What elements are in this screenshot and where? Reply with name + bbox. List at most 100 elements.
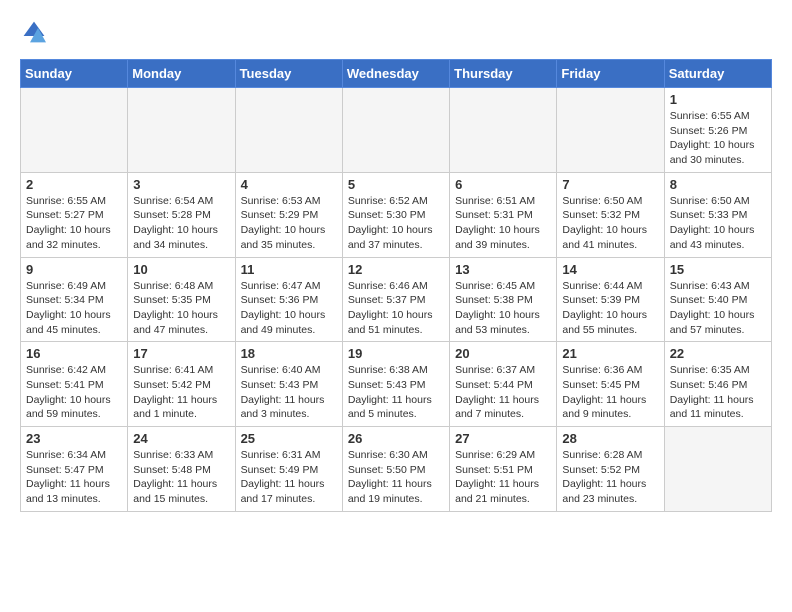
- day-number: 7: [562, 177, 658, 192]
- day-info: Sunrise: 6:31 AM Sunset: 5:49 PM Dayligh…: [241, 448, 337, 507]
- day-number: 25: [241, 431, 337, 446]
- day-info: Sunrise: 6:52 AM Sunset: 5:30 PM Dayligh…: [348, 194, 444, 253]
- calendar-day-cell: 7 Sunrise: 6:50 AM Sunset: 5:32 PM Daylig…: [557, 172, 664, 257]
- calendar-week-row: 1 Sunrise: 6:55 AM Sunset: 5:26 PM Daylig…: [21, 88, 772, 173]
- weekday-header: Wednesday: [342, 60, 449, 88]
- calendar-header-row: SundayMondayTuesdayWednesdayThursdayFrid…: [21, 60, 772, 88]
- day-info: Sunrise: 6:45 AM Sunset: 5:38 PM Dayligh…: [455, 279, 551, 338]
- day-info: Sunrise: 6:34 AM Sunset: 5:47 PM Dayligh…: [26, 448, 122, 507]
- day-number: 2: [26, 177, 122, 192]
- day-number: 19: [348, 346, 444, 361]
- day-number: 13: [455, 262, 551, 277]
- calendar-day-cell: 6 Sunrise: 6:51 AM Sunset: 5:31 PM Daylig…: [450, 172, 557, 257]
- day-number: 18: [241, 346, 337, 361]
- weekday-header: Saturday: [664, 60, 771, 88]
- calendar-day-cell: 20 Sunrise: 6:37 AM Sunset: 5:44 PM Dayli…: [450, 342, 557, 427]
- logo-icon: [22, 20, 46, 44]
- calendar-day-cell: 28 Sunrise: 6:28 AM Sunset: 5:52 PM Dayli…: [557, 427, 664, 512]
- day-info: Sunrise: 6:41 AM Sunset: 5:42 PM Dayligh…: [133, 363, 229, 422]
- day-info: Sunrise: 6:46 AM Sunset: 5:37 PM Dayligh…: [348, 279, 444, 338]
- day-info: Sunrise: 6:55 AM Sunset: 5:27 PM Dayligh…: [26, 194, 122, 253]
- day-number: 12: [348, 262, 444, 277]
- day-number: 3: [133, 177, 229, 192]
- day-info: Sunrise: 6:35 AM Sunset: 5:46 PM Dayligh…: [670, 363, 766, 422]
- calendar-day-cell: 12 Sunrise: 6:46 AM Sunset: 5:37 PM Dayli…: [342, 257, 449, 342]
- day-info: Sunrise: 6:33 AM Sunset: 5:48 PM Dayligh…: [133, 448, 229, 507]
- day-number: 22: [670, 346, 766, 361]
- day-number: 28: [562, 431, 658, 446]
- calendar-day-cell: 18 Sunrise: 6:40 AM Sunset: 5:43 PM Dayli…: [235, 342, 342, 427]
- weekday-header: Thursday: [450, 60, 557, 88]
- day-number: 4: [241, 177, 337, 192]
- calendar-day-cell: 15 Sunrise: 6:43 AM Sunset: 5:40 PM Dayli…: [664, 257, 771, 342]
- calendar-day-cell: [557, 88, 664, 173]
- day-number: 1: [670, 92, 766, 107]
- calendar-day-cell: 25 Sunrise: 6:31 AM Sunset: 5:49 PM Dayli…: [235, 427, 342, 512]
- calendar-day-cell: 5 Sunrise: 6:52 AM Sunset: 5:30 PM Daylig…: [342, 172, 449, 257]
- calendar-day-cell: 21 Sunrise: 6:36 AM Sunset: 5:45 PM Dayli…: [557, 342, 664, 427]
- calendar-week-row: 23Sunrise: 6:34 AM Sunset: 5:47 PM Dayli…: [21, 427, 772, 512]
- day-info: Sunrise: 6:28 AM Sunset: 5:52 PM Dayligh…: [562, 448, 658, 507]
- calendar-day-cell: [664, 427, 771, 512]
- calendar-table: SundayMondayTuesdayWednesdayThursdayFrid…: [20, 59, 772, 512]
- calendar-day-cell: 13 Sunrise: 6:45 AM Sunset: 5:38 PM Dayli…: [450, 257, 557, 342]
- weekday-header: Friday: [557, 60, 664, 88]
- day-number: 15: [670, 262, 766, 277]
- day-info: Sunrise: 6:54 AM Sunset: 5:28 PM Dayligh…: [133, 194, 229, 253]
- calendar-week-row: 2 Sunrise: 6:55 AM Sunset: 5:27 PM Daylig…: [21, 172, 772, 257]
- weekday-header: Sunday: [21, 60, 128, 88]
- calendar-day-cell: 10 Sunrise: 6:48 AM Sunset: 5:35 PM Dayli…: [128, 257, 235, 342]
- calendar-day-cell: [235, 88, 342, 173]
- day-info: Sunrise: 6:53 AM Sunset: 5:29 PM Dayligh…: [241, 194, 337, 253]
- day-number: 16: [26, 346, 122, 361]
- weekday-header: Monday: [128, 60, 235, 88]
- day-info: Sunrise: 6:37 AM Sunset: 5:44 PM Dayligh…: [455, 363, 551, 422]
- day-info: Sunrise: 6:55 AM Sunset: 5:26 PM Dayligh…: [670, 109, 766, 168]
- day-number: 20: [455, 346, 551, 361]
- calendar-day-cell: 23Sunrise: 6:34 AM Sunset: 5:47 PM Dayli…: [21, 427, 128, 512]
- day-info: Sunrise: 6:38 AM Sunset: 5:43 PM Dayligh…: [348, 363, 444, 422]
- calendar-day-cell: 4 Sunrise: 6:53 AM Sunset: 5:29 PM Daylig…: [235, 172, 342, 257]
- calendar-day-cell: 3 Sunrise: 6:54 AM Sunset: 5:28 PM Daylig…: [128, 172, 235, 257]
- calendar-day-cell: 1 Sunrise: 6:55 AM Sunset: 5:26 PM Daylig…: [664, 88, 771, 173]
- calendar-day-cell: 8Sunrise: 6:50 AM Sunset: 5:33 PM Daylig…: [664, 172, 771, 257]
- day-info: Sunrise: 6:42 AM Sunset: 5:41 PM Dayligh…: [26, 363, 122, 422]
- day-info: Sunrise: 6:48 AM Sunset: 5:35 PM Dayligh…: [133, 279, 229, 338]
- calendar-day-cell: 2 Sunrise: 6:55 AM Sunset: 5:27 PM Daylig…: [21, 172, 128, 257]
- logo: [20, 20, 46, 49]
- day-info: Sunrise: 6:30 AM Sunset: 5:50 PM Dayligh…: [348, 448, 444, 507]
- calendar-day-cell: 17 Sunrise: 6:41 AM Sunset: 5:42 PM Dayli…: [128, 342, 235, 427]
- day-info: Sunrise: 6:51 AM Sunset: 5:31 PM Dayligh…: [455, 194, 551, 253]
- calendar-day-cell: 9Sunrise: 6:49 AM Sunset: 5:34 PM Daylig…: [21, 257, 128, 342]
- day-info: Sunrise: 6:36 AM Sunset: 5:45 PM Dayligh…: [562, 363, 658, 422]
- day-number: 24: [133, 431, 229, 446]
- day-info: Sunrise: 6:50 AM Sunset: 5:32 PM Dayligh…: [562, 194, 658, 253]
- day-info: Sunrise: 6:47 AM Sunset: 5:36 PM Dayligh…: [241, 279, 337, 338]
- calendar-day-cell: 19 Sunrise: 6:38 AM Sunset: 5:43 PM Dayli…: [342, 342, 449, 427]
- calendar-day-cell: 11 Sunrise: 6:47 AM Sunset: 5:36 PM Dayli…: [235, 257, 342, 342]
- calendar-day-cell: 24 Sunrise: 6:33 AM Sunset: 5:48 PM Dayli…: [128, 427, 235, 512]
- calendar-day-cell: 27 Sunrise: 6:29 AM Sunset: 5:51 PM Dayli…: [450, 427, 557, 512]
- day-info: Sunrise: 6:43 AM Sunset: 5:40 PM Dayligh…: [670, 279, 766, 338]
- calendar-day-cell: [128, 88, 235, 173]
- day-number: 11: [241, 262, 337, 277]
- day-info: Sunrise: 6:29 AM Sunset: 5:51 PM Dayligh…: [455, 448, 551, 507]
- day-number: 10: [133, 262, 229, 277]
- day-number: 5: [348, 177, 444, 192]
- day-info: Sunrise: 6:44 AM Sunset: 5:39 PM Dayligh…: [562, 279, 658, 338]
- day-number: 6: [455, 177, 551, 192]
- day-number: 8: [670, 177, 766, 192]
- calendar-day-cell: [450, 88, 557, 173]
- day-info: Sunrise: 6:40 AM Sunset: 5:43 PM Dayligh…: [241, 363, 337, 422]
- calendar-week-row: 9Sunrise: 6:49 AM Sunset: 5:34 PM Daylig…: [21, 257, 772, 342]
- calendar-day-cell: [342, 88, 449, 173]
- day-number: 9: [26, 262, 122, 277]
- day-number: 27: [455, 431, 551, 446]
- calendar-day-cell: 16 Sunrise: 6:42 AM Sunset: 5:41 PM Dayli…: [21, 342, 128, 427]
- day-number: 17: [133, 346, 229, 361]
- calendar-week-row: 16 Sunrise: 6:42 AM Sunset: 5:41 PM Dayli…: [21, 342, 772, 427]
- calendar-day-cell: 14Sunrise: 6:44 AM Sunset: 5:39 PM Dayli…: [557, 257, 664, 342]
- day-number: 21: [562, 346, 658, 361]
- calendar-day-cell: 22 Sunrise: 6:35 AM Sunset: 5:46 PM Dayli…: [664, 342, 771, 427]
- day-number: 26: [348, 431, 444, 446]
